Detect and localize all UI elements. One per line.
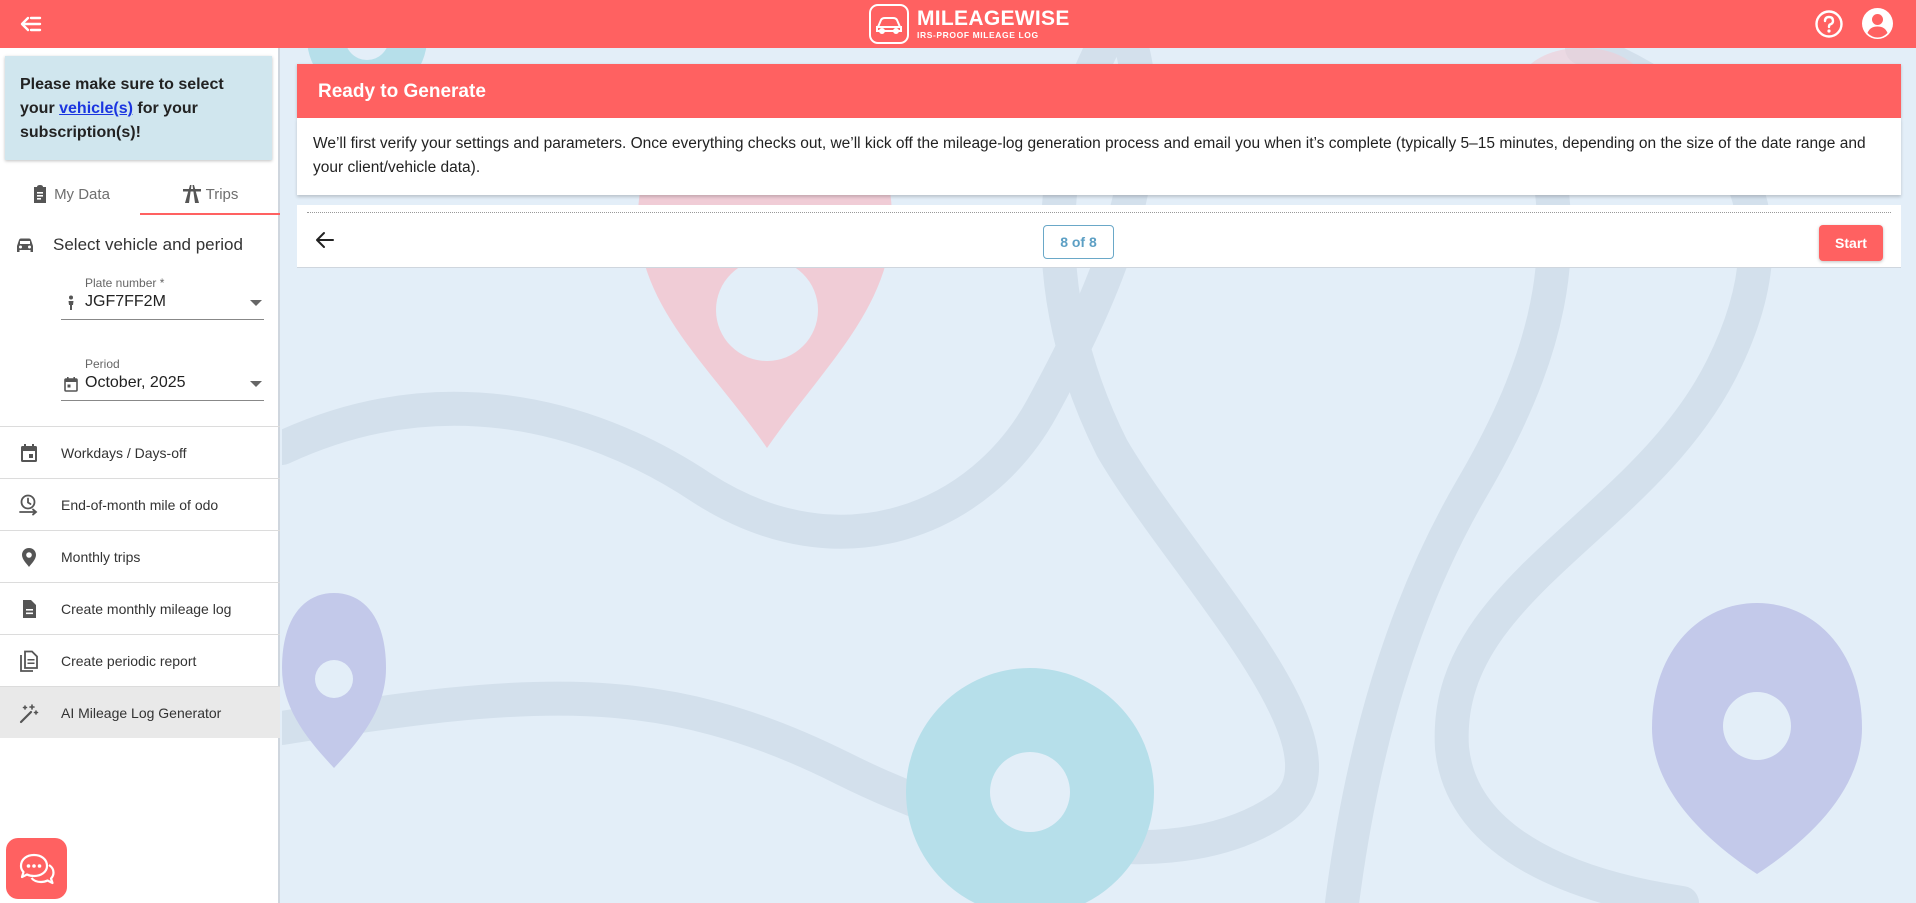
- plate-number-value: JGF7FF2M: [85, 293, 166, 310]
- chat-button[interactable]: [6, 838, 67, 899]
- sidebar: Please make sure to select your vehicle(…: [0, 48, 280, 903]
- calendar-icon: [64, 377, 78, 392]
- chat-bubbles-icon: [19, 853, 55, 884]
- menu-item-workdays[interactable]: Workdays / Days-off: [0, 426, 280, 478]
- menu-item-label: Create periodic report: [61, 652, 197, 669]
- period-value: October, 2025: [85, 374, 186, 391]
- sidebar-menu: Workdays / Days-off End-of-month mile of…: [0, 426, 280, 738]
- start-button[interactable]: Start: [1819, 225, 1883, 261]
- plate-number-select[interactable]: Plate number * JGF7FF2M: [61, 276, 264, 320]
- car-icon: [17, 238, 33, 252]
- clipboard-icon: [34, 185, 47, 203]
- account-circle-icon[interactable]: [1861, 7, 1894, 40]
- menu-item-end-of-month-odo[interactable]: End-of-month mile of odo: [0, 478, 280, 530]
- top-app-bar: MILEAGEWISE IRS-PROOF MILEAGE LOG: [0, 0, 1916, 48]
- tab-my-data[interactable]: My Data: [0, 173, 140, 215]
- step-counter: 8 of 8: [1043, 225, 1114, 259]
- vehicle-period-section: Select vehicle and period: [0, 230, 280, 260]
- map-pin-icon: [22, 547, 36, 567]
- step-navigation: 8 of 8 Start: [297, 205, 1901, 268]
- menu-item-periodic-report[interactable]: Create periodic report: [0, 634, 280, 686]
- document-icon: [23, 599, 36, 618]
- sidebar-tabs: My Data Trips: [0, 173, 280, 215]
- tab-trips[interactable]: Trips: [140, 173, 280, 215]
- period-label: Period: [85, 357, 120, 371]
- section-title: Select vehicle and period: [53, 235, 243, 254]
- calendar-icon: [21, 443, 37, 462]
- vehicles-link[interactable]: vehicle(s): [59, 100, 133, 117]
- road-icon: [182, 185, 201, 203]
- plate-number-label: Plate number *: [85, 276, 165, 290]
- vehicle-selection-notice: Please make sure to select your vehicle(…: [5, 56, 272, 160]
- card-description: We’ll first verify your settings and par…: [297, 118, 1901, 195]
- chevron-down-icon: [250, 381, 262, 387]
- help-circle-icon[interactable]: [1814, 9, 1844, 39]
- menu-item-monthly-log[interactable]: Create monthly mileage log: [0, 582, 280, 634]
- menu-item-label: AI Mileage Log Generator: [61, 704, 222, 721]
- arrow-back-icon[interactable]: [314, 229, 336, 251]
- menu-item-label: Create monthly mileage log: [61, 600, 232, 617]
- menu-collapse-icon[interactable]: [18, 12, 44, 36]
- person-icon: [68, 295, 74, 310]
- brand-tagline: IRS-PROOF MILEAGE LOG: [917, 30, 1039, 41]
- chevron-down-icon: [250, 300, 262, 306]
- brand-logo[interactable]: MILEAGEWISE IRS-PROOF MILEAGE LOG: [869, 3, 1070, 45]
- menu-item-label: Workdays / Days-off: [61, 444, 187, 461]
- clock-arrow-icon: [19, 494, 38, 515]
- menu-item-label: End-of-month mile of odo: [61, 496, 219, 513]
- menu-item-monthly-trips[interactable]: Monthly trips: [0, 530, 280, 582]
- tab-my-data-label: My Data: [54, 185, 110, 203]
- menu-item-label: Monthly trips: [61, 548, 141, 565]
- documents-icon: [20, 650, 38, 672]
- car-logo-icon: [869, 4, 909, 44]
- tab-trips-label: Trips: [205, 185, 239, 203]
- period-select[interactable]: Period October, 2025: [61, 357, 264, 401]
- divider: [307, 212, 1891, 213]
- brand-name: MILEAGEWISE: [917, 7, 1070, 31]
- magic-wand-icon: [19, 703, 39, 723]
- card-title: Ready to Generate: [297, 64, 1901, 118]
- menu-item-ai-generator[interactable]: AI Mileage Log Generator: [0, 686, 280, 738]
